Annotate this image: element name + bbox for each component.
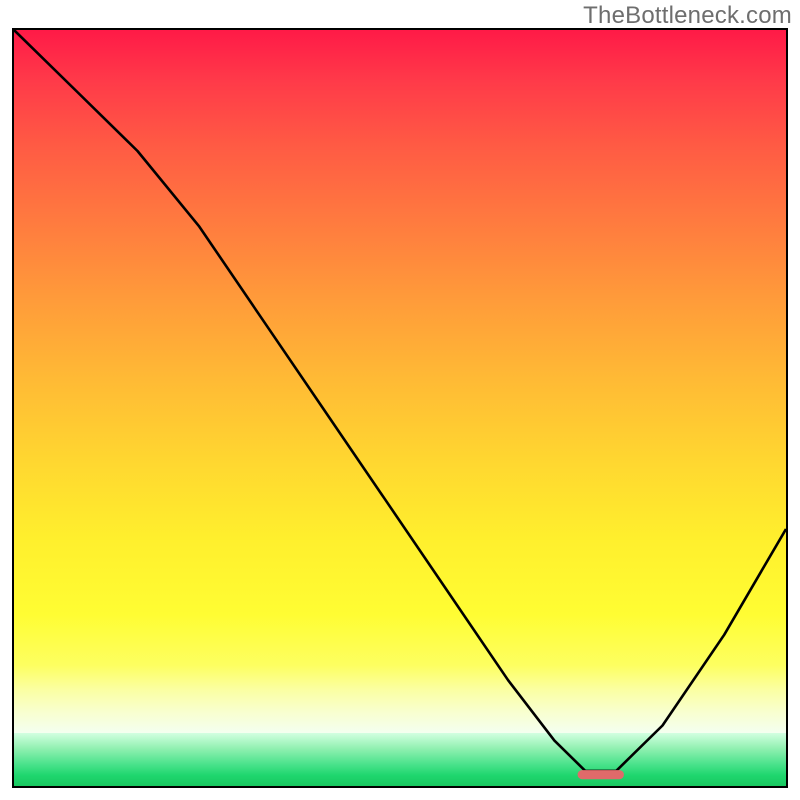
watermark-text: TheBottleneck.com: [583, 2, 792, 30]
plot-area: [12, 28, 788, 788]
curve-svg: [14, 30, 786, 786]
bottleneck-curve-path: [14, 30, 786, 771]
optimal-marker: [578, 770, 624, 779]
chart-container: TheBottleneck.com: [0, 0, 800, 800]
